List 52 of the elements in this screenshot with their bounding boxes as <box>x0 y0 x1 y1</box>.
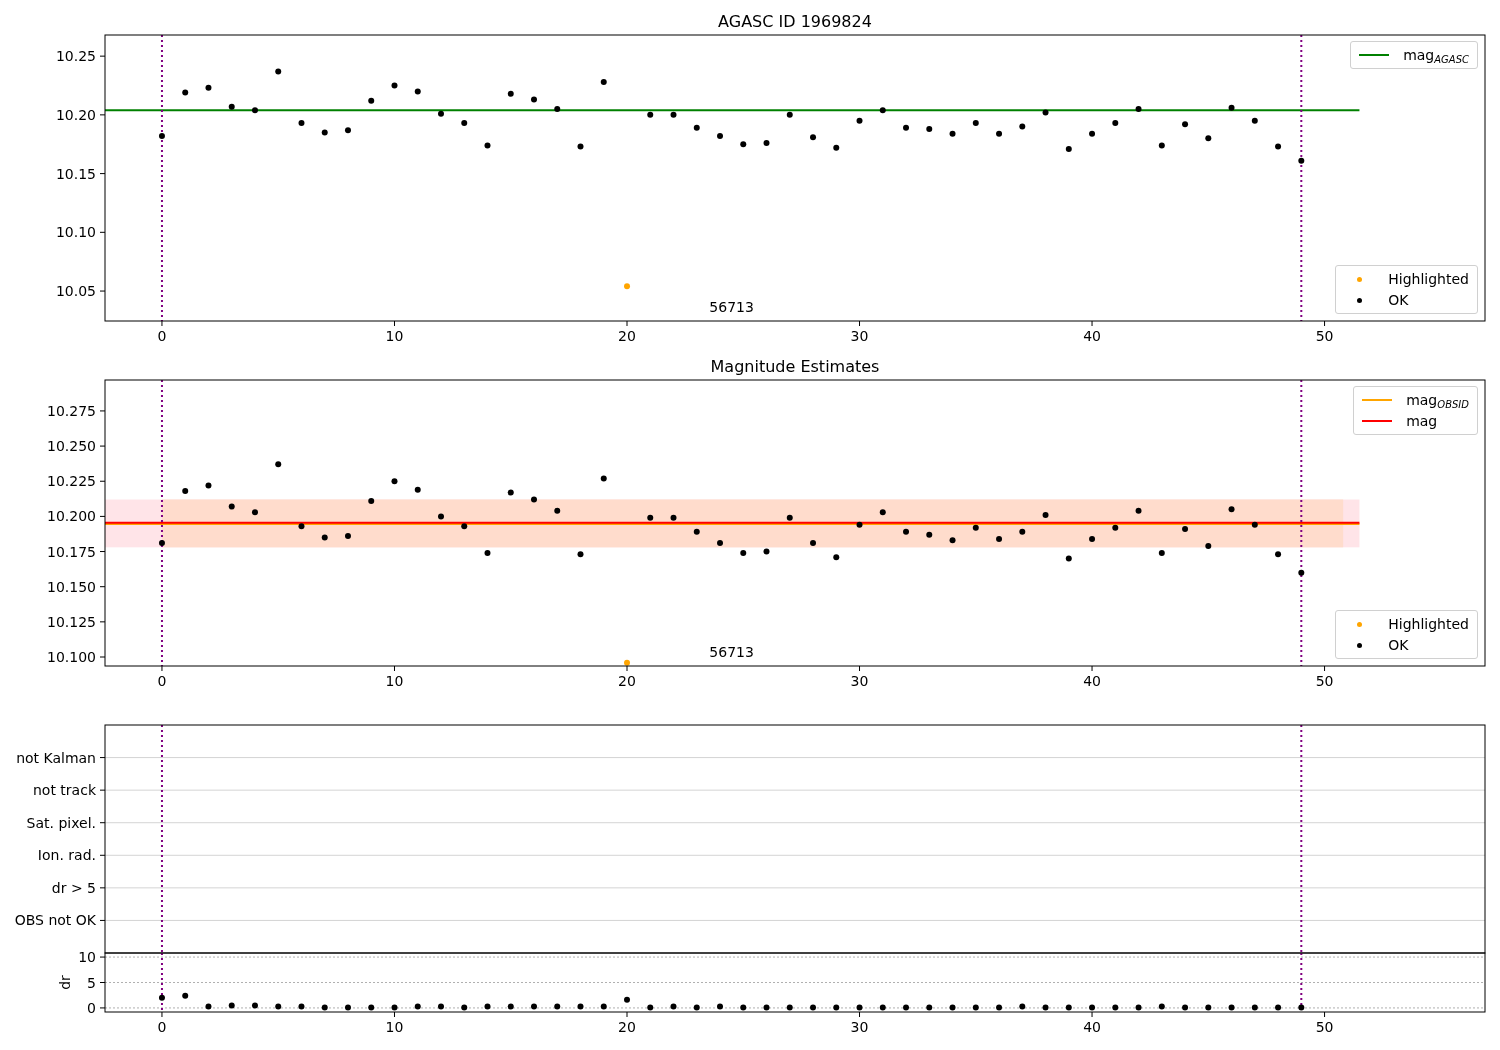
tick-label: 0 <box>87 999 96 1016</box>
tick-label: 10.225 <box>47 473 96 490</box>
annotation-label: 56713 <box>709 299 754 315</box>
tick-label: 30 <box>850 328 869 344</box>
tick-label: 10.200 <box>47 508 96 525</box>
tick-label: not Kalman <box>16 749 96 766</box>
tick-label: 10 <box>385 328 404 344</box>
tick-label: 0 <box>157 328 167 344</box>
chart-title: AGASC ID 1969824 <box>718 12 872 31</box>
tick-label: 10.15 <box>55 165 96 182</box>
tick-label: not track <box>33 782 96 799</box>
tick-label: OBS not OK <box>14 912 96 929</box>
tick-label: 20 <box>618 673 636 689</box>
tick-label: 10 <box>78 949 96 966</box>
tick-label: 10.125 <box>47 613 96 630</box>
tick-label: 10.20 <box>55 106 96 123</box>
legend-label: mag <box>1406 414 1438 428</box>
tick-label: 50 <box>1315 1019 1334 1035</box>
tick-label: Ion. rad. <box>37 847 96 864</box>
legend-label: OK <box>1388 638 1409 652</box>
tick-label: 20 <box>618 1019 636 1035</box>
tick-label: 0 <box>157 673 167 689</box>
tick-label: 0 <box>157 1019 167 1035</box>
tick-label: 10.05 <box>55 283 96 300</box>
tick-label: dr > 5 <box>51 879 96 896</box>
tick-label: 40 <box>1083 1019 1101 1035</box>
legend-label: Highlighted <box>1388 272 1469 286</box>
tick-label: 5 <box>87 974 96 991</box>
tick-label: 10 <box>385 673 404 689</box>
tick-label: 10.275 <box>47 402 96 419</box>
tick-label: Sat. pixel. <box>26 814 96 831</box>
tick-label: 10.250 <box>47 438 96 455</box>
tick-label: 10.10 <box>55 224 96 241</box>
tick-label: 10.150 <box>47 578 96 595</box>
tick-label: 40 <box>1083 328 1101 344</box>
tick-label: 50 <box>1315 328 1334 344</box>
chart-title: Magnitude Estimates <box>710 357 880 376</box>
tick-label: 10 <box>385 1019 404 1035</box>
legend-label: mag$_{AGASC}$ <box>1403 48 1469 62</box>
tick-label: 10.25 <box>55 48 96 65</box>
tick-label: 40 <box>1083 673 1101 689</box>
axis-label: dr <box>57 975 73 990</box>
legend-label: OK <box>1388 293 1409 307</box>
tick-label: 10.175 <box>47 543 96 560</box>
legend-label: Highlighted <box>1388 617 1469 631</box>
tick-label: 50 <box>1315 673 1334 689</box>
legend-label: mag$_{OBSID}$ <box>1406 393 1469 407</box>
tick-label: 20 <box>618 328 636 344</box>
annotation-label: 56713 <box>709 644 754 660</box>
tick-label: 30 <box>850 1019 869 1035</box>
tick-label: 30 <box>850 673 869 689</box>
tick-label: 10.100 <box>47 649 96 665</box>
